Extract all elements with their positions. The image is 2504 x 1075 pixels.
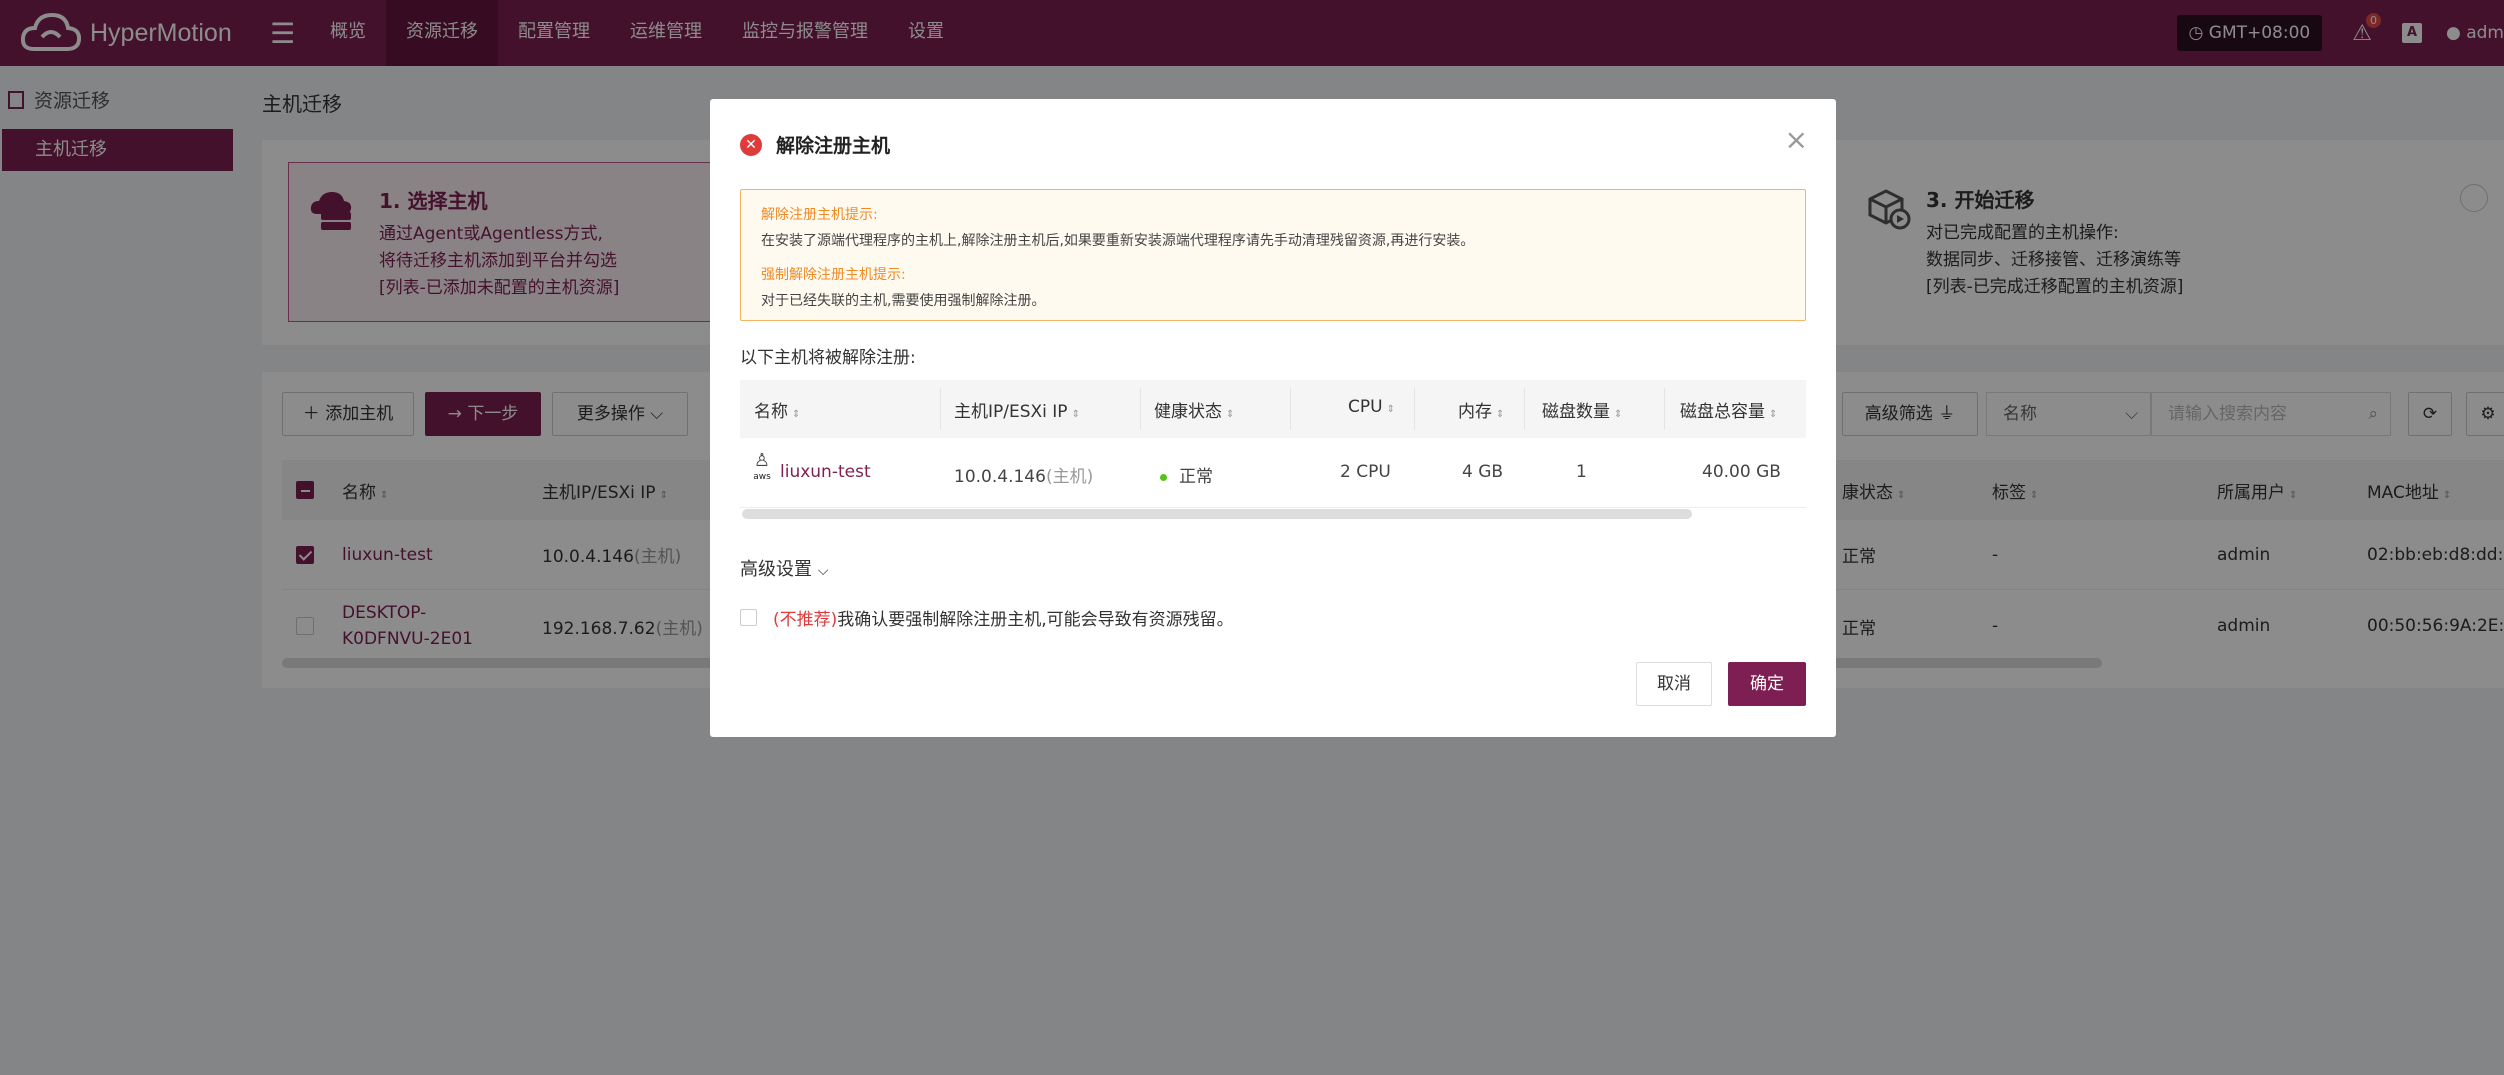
horizontal-scrollbar[interactable] xyxy=(742,509,1692,519)
linux-aws-icon: ♙ aws xyxy=(752,450,772,482)
dcol-ip[interactable]: 主机IP/ESXi IP ⇕ xyxy=(954,397,1080,422)
dcol-cpu[interactable]: CPU ⇕ xyxy=(1348,397,1395,417)
force-unregister-confirm[interactable]: (不推荐) 我确认要强制解除注册主机,可能会导致有资源残留。 xyxy=(740,605,1234,630)
sort-icon: ⇕ xyxy=(1496,409,1505,420)
not-recommended-tag: (不推荐) xyxy=(773,610,838,630)
host-mem: 4 GB xyxy=(1462,462,1504,482)
column-divider xyxy=(1664,388,1665,430)
aws-icon: aws xyxy=(753,472,771,482)
host-ip-value: 10.0.4.146 xyxy=(954,467,1046,487)
force-confirm-checkbox[interactable] xyxy=(740,609,757,626)
column-divider xyxy=(1524,388,1525,430)
host-disks: 1 xyxy=(1576,462,1587,482)
dcol-health-label: 健康状态 xyxy=(1154,402,1222,422)
dialog-title: ✕ 解除注册主机 xyxy=(740,131,890,158)
confirm-button[interactable]: 确定 xyxy=(1728,662,1806,706)
dcol-cpu-label: CPU xyxy=(1348,397,1383,417)
host-disk-total: 40.00 GB xyxy=(1702,462,1781,482)
dcol-disk-total[interactable]: 磁盘总容量 ⇕ xyxy=(1680,397,1777,422)
host-health: 正常 xyxy=(1160,462,1213,487)
dcol-disks-label: 磁盘数量 xyxy=(1542,402,1610,422)
sort-icon: ⇕ xyxy=(1386,404,1395,415)
warning1-title: 解除注册主机提示: xyxy=(761,207,878,223)
dialog-title-text: 解除注册主机 xyxy=(776,135,891,157)
column-divider xyxy=(940,388,941,430)
host-ip-tag: (主机) xyxy=(1045,467,1094,487)
host-health-text: 正常 xyxy=(1179,467,1213,487)
column-divider xyxy=(1140,388,1141,430)
sort-icon: ⇕ xyxy=(1071,409,1080,420)
dcol-name[interactable]: 名称 ⇕ xyxy=(754,397,800,422)
column-divider xyxy=(1290,388,1291,430)
dcol-mem[interactable]: 内存 ⇕ xyxy=(1458,397,1504,422)
dialog-table-header: 名称 ⇕ 主机IP/ESXi IP ⇕ 健康状态 ⇕ CPU ⇕ 内存 ⇕ 磁盘数量 ⇕ 磁… xyxy=(740,380,1806,438)
warning-box: 解除注册主机提示: 在安装了源端代理程序的主机上,解除注册主机后,如果要重新安装… xyxy=(740,189,1806,321)
dcol-ip-label: 主机IP/ESXi IP xyxy=(954,402,1068,422)
dcol-disks[interactable]: 磁盘数量 ⇕ xyxy=(1542,397,1622,422)
table-row: ♙ aws liuxun-test 10.0.4.146(主机) 正常 2 CP… xyxy=(740,438,1806,508)
unregister-host-dialog: ✕ 解除注册主机 × 解除注册主机提示: 在安装了源端代理程序的主机上,解除注册… xyxy=(710,99,1836,737)
sort-icon: ⇕ xyxy=(1614,409,1623,420)
error-icon: ✕ xyxy=(740,133,762,156)
warning2-text: 对于已经失联的主机,需要使用强制解除注册。 xyxy=(761,293,1046,309)
linux-icon: ♙ xyxy=(753,450,771,471)
dcol-disk-total-label: 磁盘总容量 xyxy=(1680,402,1765,422)
sort-icon: ⇕ xyxy=(1769,409,1778,420)
sort-icon: ⇕ xyxy=(792,409,801,420)
force-confirm-text: 我确认要强制解除注册主机,可能会导致有资源残留。 xyxy=(837,610,1234,630)
close-icon[interactable]: × xyxy=(1785,123,1808,156)
advanced-settings-label: 高级设置 xyxy=(740,559,812,580)
advanced-settings-toggle[interactable]: 高级设置 ⌵ xyxy=(740,555,828,581)
warning1-text: 在安装了源端代理程序的主机上,解除注册主机后,如果要重新安装源端代理程序请先手动… xyxy=(761,233,1475,249)
chevron-down-icon: ⌵ xyxy=(817,563,829,579)
status-dot xyxy=(1160,473,1167,481)
dialog-subtitle: 以下主机将被解除注册: xyxy=(740,348,916,368)
dcol-name-label: 名称 xyxy=(754,402,788,422)
dcol-health[interactable]: 健康状态 ⇕ xyxy=(1154,397,1234,422)
warning2-title: 强制解除注册主机提示: xyxy=(761,267,906,283)
host-cpu: 2 CPU xyxy=(1340,462,1391,482)
cancel-button[interactable]: 取消 xyxy=(1636,662,1712,706)
host-ip: 10.0.4.146(主机) xyxy=(954,462,1093,487)
dcol-mem-label: 内存 xyxy=(1458,402,1492,422)
host-name-link[interactable]: liuxun-test xyxy=(780,462,871,482)
sort-icon: ⇕ xyxy=(1226,409,1235,420)
column-divider xyxy=(1414,388,1415,430)
